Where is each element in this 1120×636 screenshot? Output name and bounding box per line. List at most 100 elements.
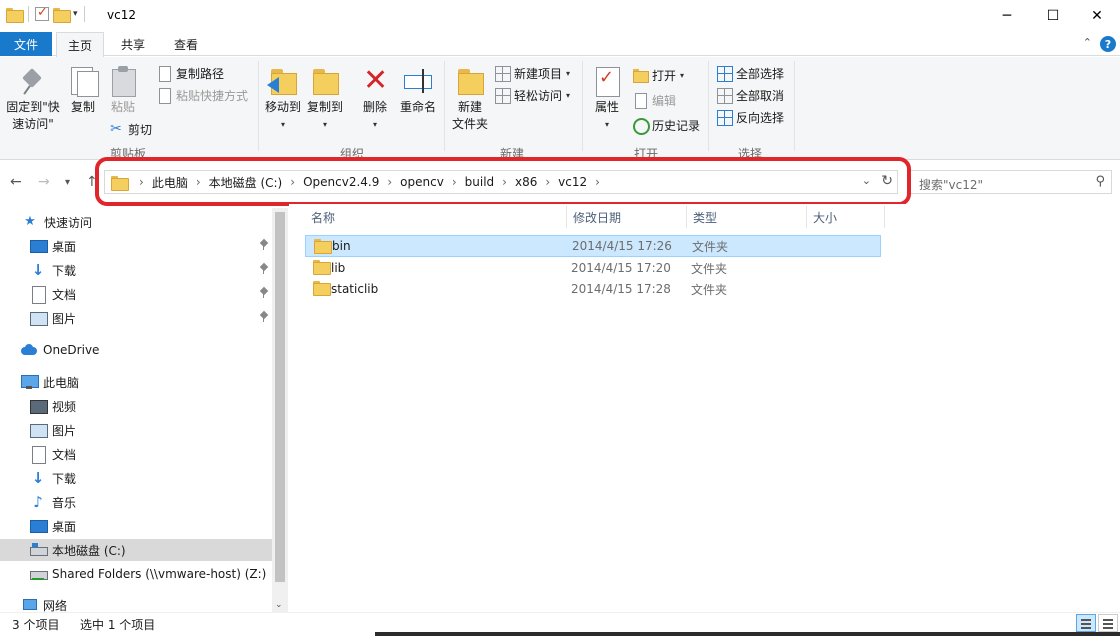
desktop-icon [30,238,48,254]
pin-quick-access-button[interactable]: 固定到"快 速访问" [4,65,62,133]
nav-item-documents-pc[interactable]: 文档 [0,443,272,465]
select-all-button[interactable]: 全部选择 [716,63,784,83]
video-icon [30,398,48,414]
refresh-icon[interactable]: ↻ [881,173,893,189]
breadcrumb-item[interactable]: 本地磁盘 (C:) › [209,174,303,191]
breadcrumb-item[interactable]: vc12 › [558,175,608,189]
edit-button[interactable]: 编辑 [632,90,676,110]
document-icon [30,286,46,304]
invert-selection-button[interactable]: 反向选择 [716,107,784,127]
nav-item-videos[interactable]: 视频 [0,395,272,417]
breadcrumb-item[interactable]: build › [465,175,515,189]
nav-item-this-pc[interactable]: 此电脑 [0,371,272,393]
select-none-button[interactable]: 全部取消 [716,85,784,105]
paste-button[interactable]: 粘贴 [106,65,140,116]
customize-toolbar-chevron-icon[interactable]: ▾ [73,9,78,19]
document-icon [30,446,46,464]
copy-path-button[interactable]: 复制路径 [156,63,224,83]
maximize-button[interactable]: ☐ [1030,0,1076,31]
collapse-ribbon-chevron-icon[interactable]: ⌃ [1083,36,1092,49]
column-header-name[interactable]: 名称 [305,206,567,228]
properties-icon [591,65,623,97]
address-bar[interactable]: › 此电脑 › 本地磁盘 (C:) › Opencv2.4.9 › opencv › b… [104,170,898,194]
cut-button[interactable]: ✂ 剪切 [108,119,152,139]
history-button[interactable]: 历史记录 [632,115,700,135]
nav-item-onedrive[interactable]: OneDrive [0,339,272,361]
chevron-right-icon[interactable]: › [139,175,144,189]
select-all-icon [716,65,733,82]
group-label-select: 选择 [738,147,763,160]
tab-share[interactable]: 共享 [110,32,156,56]
taskbar-edge [375,632,1120,636]
paste-shortcut-button[interactable]: 粘贴快捷方式 [156,85,248,105]
breadcrumb-item[interactable]: x86 › [515,175,558,189]
easy-access-button[interactable]: 轻松访问 ▾ [494,85,570,105]
nav-item-pictures-pc[interactable]: 图片 [0,419,272,441]
close-button[interactable]: ✕ [1074,0,1120,31]
nav-item-network[interactable]: 网络 [0,594,272,612]
picture-icon [30,422,48,438]
pin-icon [17,65,49,97]
delete-button[interactable]: ✕ 删除 ▾ [360,65,390,133]
rename-button[interactable]: 重命名 [398,65,438,116]
new-folder-button[interactable]: 新建 文件夹 [450,65,490,133]
navigation-pane: ★ 快速访问 桌面 ↓ 下载 文档 图片 OneDrive 此电脑 视频 图片 … [0,208,288,612]
network-icon [21,597,37,612]
column-header-type[interactable]: 类型 [687,206,807,228]
ribbon: 固定到"快 速访问" 复制 粘贴 复制路径 粘贴快捷方式 ✂ 剪切 剪贴板 移动… [0,57,1120,160]
new-folder-icon[interactable] [53,7,71,23]
download-icon: ↓ [31,469,45,487]
properties-button[interactable]: 属性 ▾ [590,65,624,133]
tab-view[interactable]: 查看 [163,32,209,56]
forward-arrow-icon[interactable]: → [38,174,50,190]
nav-item-music[interactable]: ♪ 音乐 [0,491,272,513]
minimize-button[interactable]: ─ [984,0,1030,31]
up-arrow-icon[interactable]: ↑ [86,174,98,190]
copy-button[interactable]: 复制 [66,65,100,116]
music-icon: ♪ [33,493,43,511]
table-row[interactable]: staticlib 2014/4/15 17:28 文件夹 [305,278,881,300]
nav-item-documents[interactable]: 文档 [0,283,272,305]
scroll-down-chevron-icon[interactable]: ⌄ [275,600,283,610]
back-arrow-icon[interactable]: ← [10,174,22,190]
column-header-date-modified[interactable]: 修改日期 [567,206,687,228]
navigation-pane-scrollbar[interactable]: ⌄ [272,208,288,612]
group-label-organize: 组织 [340,147,365,160]
new-item-button[interactable]: 新建项目 ▾ [494,63,570,83]
scrollbar-thumb[interactable] [275,212,285,582]
title-bar: ▾ vc12 ─ ☐ ✕ [0,0,1120,32]
nav-item-downloads[interactable]: ↓ 下载 [0,259,272,281]
ribbon-tabs: 文件 主页 共享 查看 ⌃ ? [0,32,1120,57]
nav-item-shared-folders[interactable]: Shared Folders (\\vmware-host) (Z:) [0,563,272,585]
breadcrumb-item[interactable]: opencv › [400,175,464,189]
folder-icon [6,7,24,23]
breadcrumb-item[interactable]: Opencv2.4.9 › [303,175,400,189]
large-icons-view-icon[interactable] [1098,614,1118,632]
pin-icon [260,312,268,322]
copy-to-button[interactable]: 复制到 ▾ [306,65,344,133]
nav-item-pictures[interactable]: 图片 [0,307,272,329]
column-header-size[interactable]: 大小 [807,206,885,228]
move-to-button[interactable]: 移动到 ▾ [264,65,302,133]
nav-item-downloads-pc[interactable]: ↓ 下载 [0,467,272,489]
properties-icon[interactable] [35,5,49,21]
tab-file[interactable]: 文件 [0,32,52,56]
table-row[interactable]: lib 2014/4/15 17:20 文件夹 [305,257,881,279]
recent-locations-chevron-icon[interactable]: ▾ [65,177,70,188]
search-icon: ⚲ [1095,174,1105,189]
nav-item-desktop[interactable]: 桌面 [0,235,272,257]
breadcrumb-item[interactable]: 此电脑 › [152,174,209,191]
address-history-chevron-icon[interactable]: ⌄ [862,174,871,187]
open-button[interactable]: 打开 ▾ [632,65,684,85]
picture-icon [30,310,48,326]
help-icon[interactable]: ? [1100,36,1116,52]
nav-item-quick-access[interactable]: ★ 快速访问 [0,211,272,233]
tab-home[interactable]: 主页 [56,32,104,57]
details-view-icon[interactable] [1076,614,1096,632]
nav-item-local-disk-c[interactable]: 本地磁盘 (C:) [0,539,272,561]
onedrive-icon [21,342,37,358]
nav-item-desktop-pc[interactable]: 桌面 [0,515,272,537]
table-row[interactable]: bin 2014/4/15 17:26 文件夹 [305,235,881,257]
download-icon: ↓ [31,261,45,279]
search-input[interactable]: 搜索"vc12" ⚲ [910,170,1112,194]
